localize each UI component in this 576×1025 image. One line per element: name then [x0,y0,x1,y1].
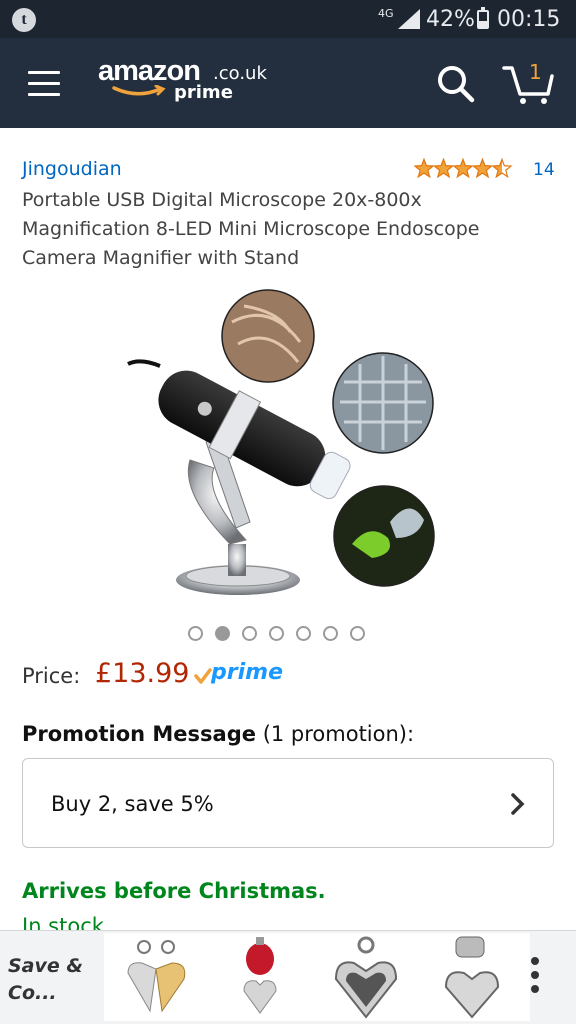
prime-label: prime [211,660,283,685]
star-fill-icon [433,158,454,179]
heart-pendant-image [334,936,398,1019]
price-value: £13.99 [95,658,190,689]
product-title: Portable USB Digital Microscope 20x-800x… [22,189,480,269]
image-carousel-dots [188,626,377,642]
heart-charm-pair-image [127,940,186,1013]
cart-icon [502,66,554,104]
logo-prime: prime [174,82,233,103]
recommended-product-thumbnail[interactable] [316,933,424,1021]
promotion-text: Buy 2, save 5% [51,792,214,816]
search-icon[interactable] [436,64,476,104]
recommended-product-thumbnail[interactable] [210,933,318,1021]
logo-domain: .co.uk [213,63,267,84]
promotion-count: (1 promotion): [262,722,415,746]
carousel-dot[interactable] [242,626,257,641]
recommended-product-thumbnail[interactable] [422,933,530,1021]
prime-badge: prime [194,660,284,688]
carousel-dot[interactable] [296,626,311,641]
silver-heart-charm-image [444,936,500,1019]
app-header: amazon .co.uk prime 1 [0,38,576,128]
carousel-dot[interactable] [215,626,230,641]
promotion-heading-title: Promotion Message [22,722,256,746]
price-label: Price: [22,664,81,688]
signal-strength-icon [398,9,420,29]
battery-icon [477,7,489,29]
star-rating[interactable] [414,158,514,180]
red-bead-charm-image [243,937,277,1014]
recommended-product-thumbnail[interactable] [104,933,212,1021]
carousel-dot[interactable] [188,626,203,641]
status-bar: t 4G 42% 00:15 [0,0,576,38]
recommendations-strip: Save & Co... [0,930,576,1024]
hamburger-menu-icon[interactable] [28,71,62,97]
carousel-dot[interactable] [350,626,365,641]
carousel-dot[interactable] [269,626,284,641]
promotion-item[interactable]: Buy 2, save 5% [22,758,554,848]
battery-percent: 42% [426,7,475,32]
cart-count: 1 [529,60,542,84]
network-type-label: 4G [378,7,394,20]
review-count-link[interactable]: 14 [533,160,555,180]
brand-link[interactable]: Jingoudian [22,158,122,180]
clock: 00:15 [497,7,561,32]
promotion-heading: Promotion Message (1 promotion): [22,722,414,746]
tumblr-notification-icon: t [12,8,36,32]
prime-check-icon [194,668,212,684]
more-options-icon[interactable] [520,957,550,1001]
amazon-smile-icon [112,85,166,96]
delivery-estimate: Arrives before Christmas. [22,879,326,903]
carousel-dot[interactable] [323,626,338,641]
cart-button[interactable]: 1 [502,60,554,106]
stock-status: In stock. [22,914,111,930]
star-fill-icon [472,158,493,179]
product-image[interactable] [120,282,450,602]
amazon-logo[interactable]: amazon .co.uk prime [98,55,278,111]
star-fill-icon [453,158,473,179]
star-fill-icon [414,158,434,179]
chevron-right-icon [511,793,525,815]
recommendations-label[interactable]: Save & Co... [8,953,94,1007]
